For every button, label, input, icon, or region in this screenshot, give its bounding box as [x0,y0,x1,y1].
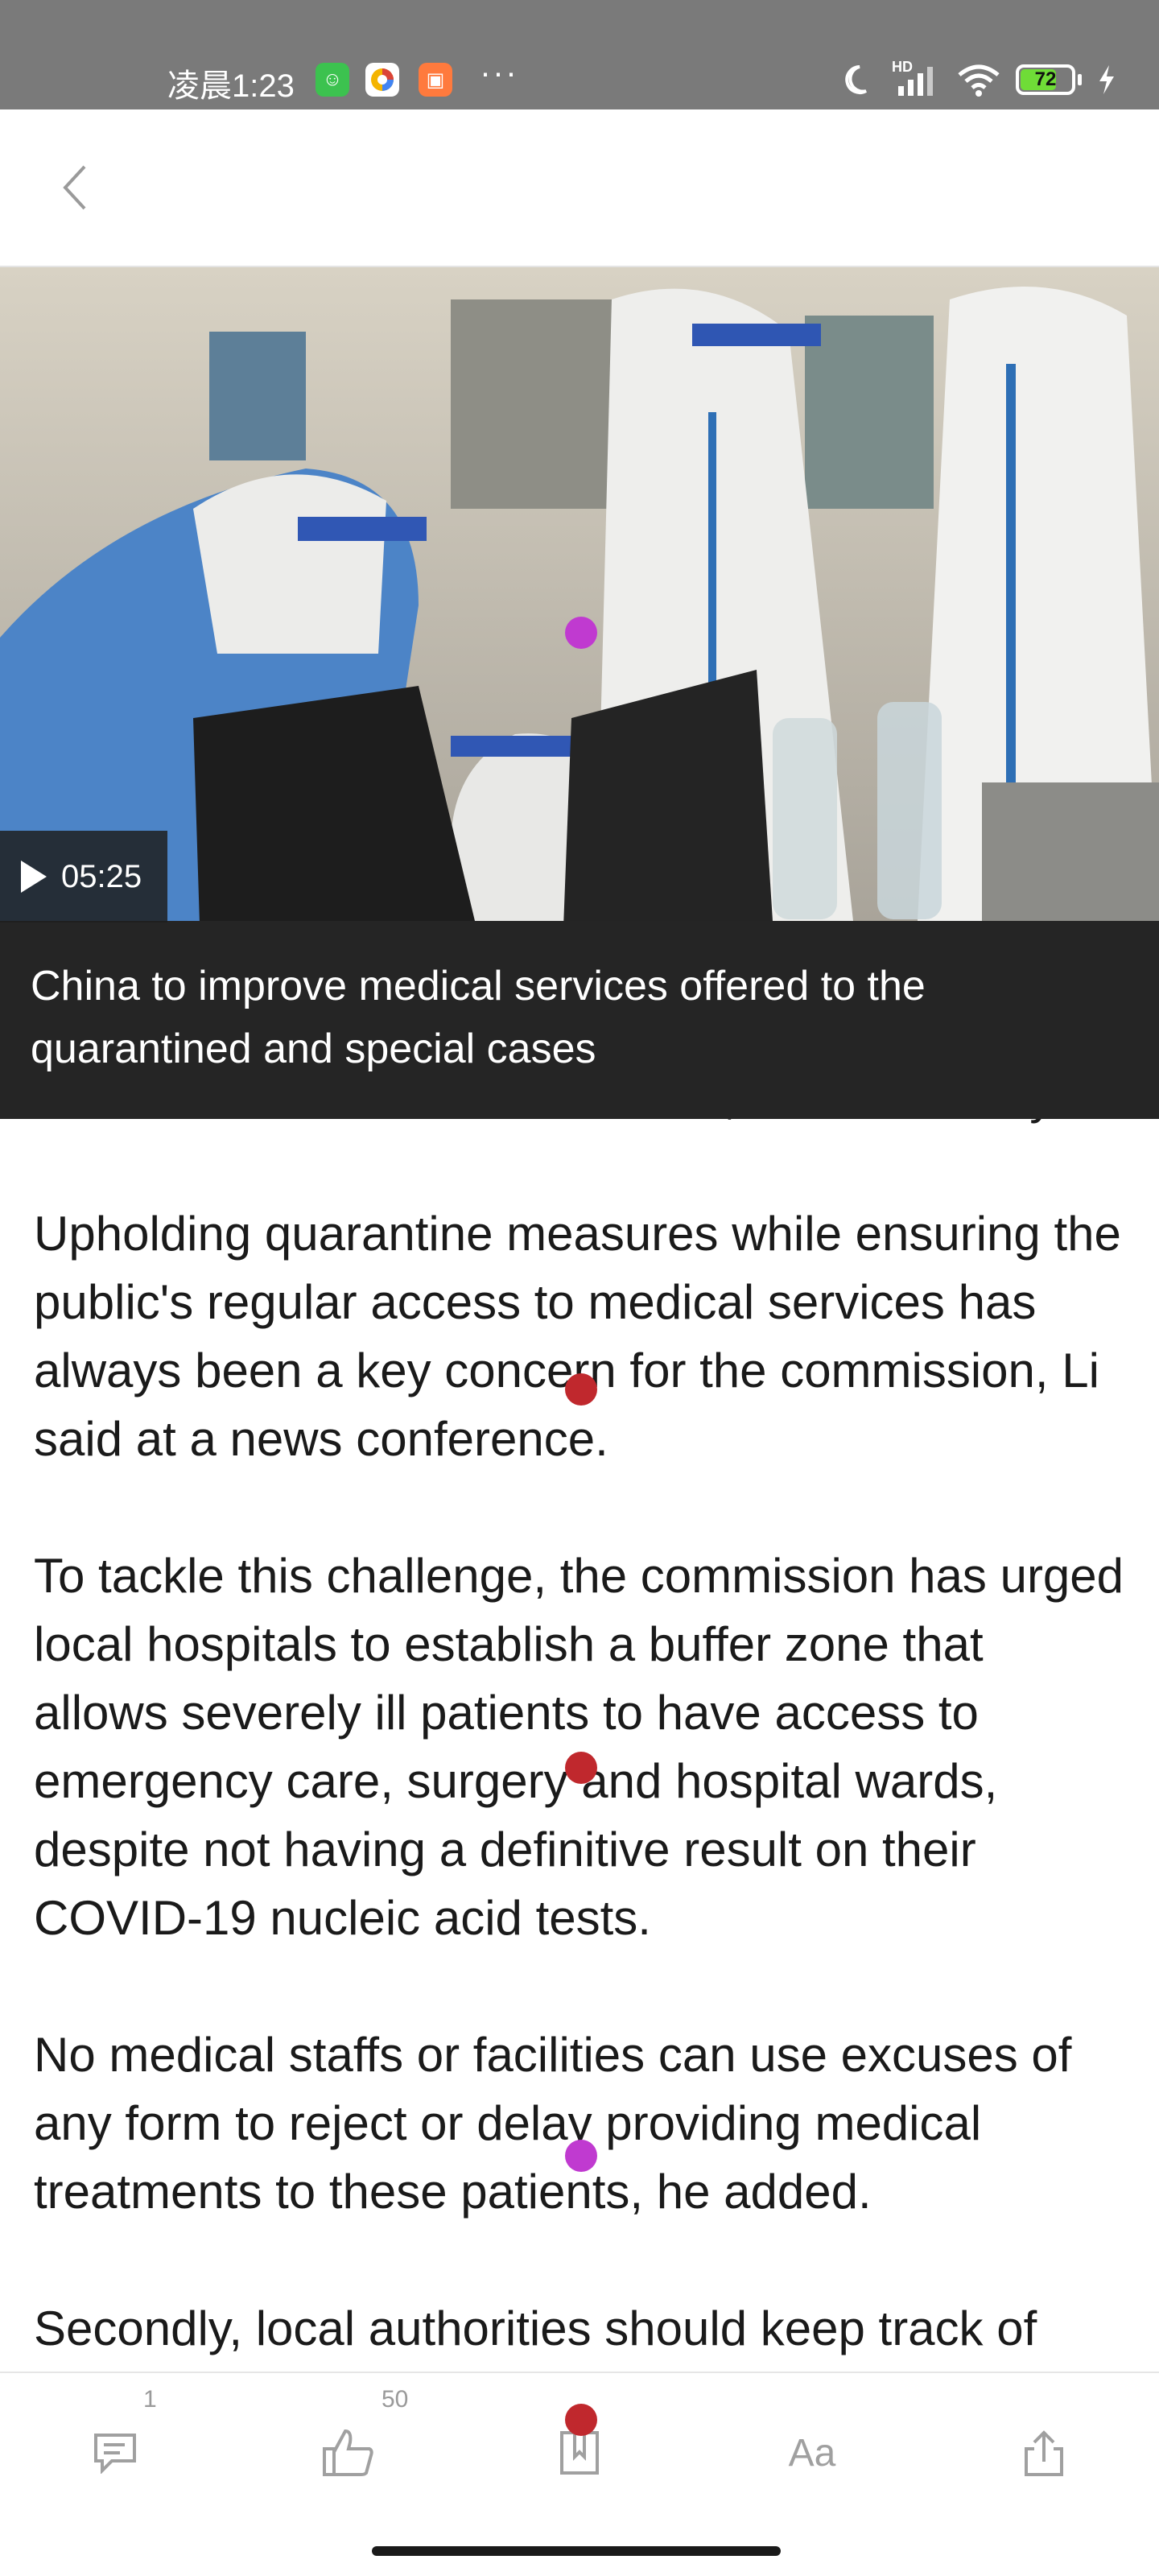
font-size-label: Aa [788,2431,836,2475]
battery-body: 72 [1016,64,1075,95]
article-paragraph: No medical staffs or facilities can use … [34,2028,1072,2219]
video-player[interactable]: China to improve medical services offere… [0,267,1159,1119]
top-nav [0,109,1159,267]
battery-cap [1078,74,1082,85]
touch-marker [565,2404,597,2436]
comment-icon [94,2434,136,2474]
screen: 凌晨1:23 ☺ ▣ ··· HD 72 Upholding quarantin… [0,0,1159,2576]
article-scroll-area[interactable]: the National Health Commission, said on … [0,1119,1159,2372]
signal-icon: HD [892,59,942,97]
moon-icon [845,65,867,94]
article-partial-line: the National Health Commission, said on … [34,1119,1128,1131]
article-paragraph: Secondly, local authorities should keep … [34,2301,1037,2355]
more-notifications-icon: ··· [480,53,518,91]
battery-icon: 72 [1016,64,1082,95]
touch-marker [565,617,597,649]
video-scene-image [0,267,1159,921]
video-thumbnail[interactable] [0,267,1159,921]
article-paragraph: To tackle this challenge, the commission… [34,1549,1124,1945]
like-button[interactable]: 50 [312,2386,408,2489]
status-right-group: HD 72 [842,59,1117,100]
video-caption[interactable]: China to improve medical services offere… [0,921,1159,1119]
share-button[interactable] [1008,2417,1080,2489]
wifi-icon [958,64,1000,97]
touch-marker [565,1373,597,1406]
touch-marker [565,1752,597,1784]
like-count: 50 [382,2386,409,2413]
chevron-left-icon [63,165,86,210]
bookmark-icon [560,2431,599,2475]
comment-count: 1 [143,2386,157,2413]
comment-button[interactable]: 1 [79,2386,157,2489]
status-time: 凌晨1:23 [167,68,295,104]
battery-level: 72 [1034,68,1057,90]
status-bar: 凌晨1:23 ☺ ▣ ··· HD 72 [0,0,1159,109]
home-indicator[interactable] [372,2546,781,2556]
video-duration: 05:25 [61,858,142,894]
thumbs-up-icon [323,2429,373,2476]
android-app-icon: ☺ [316,63,349,97]
font-size-button[interactable]: Aa [776,2417,848,2489]
charging-icon [1099,65,1114,94]
share-icon [1025,2430,1063,2476]
play-icon [21,861,47,893]
colorwheel-app-icon [365,63,399,97]
back-button[interactable] [47,159,103,216]
shopping-app-icon: ▣ [419,63,452,97]
article-body: the National Health Commission, said on … [34,1119,1128,2372]
bottom-action-bar: 1 50 Aa [0,2372,1159,2576]
video-duration-badge[interactable]: 05:25 [0,831,167,923]
article-paragraph: Upholding quarantine measures while ensu… [34,1207,1121,1466]
touch-marker [565,2140,597,2172]
